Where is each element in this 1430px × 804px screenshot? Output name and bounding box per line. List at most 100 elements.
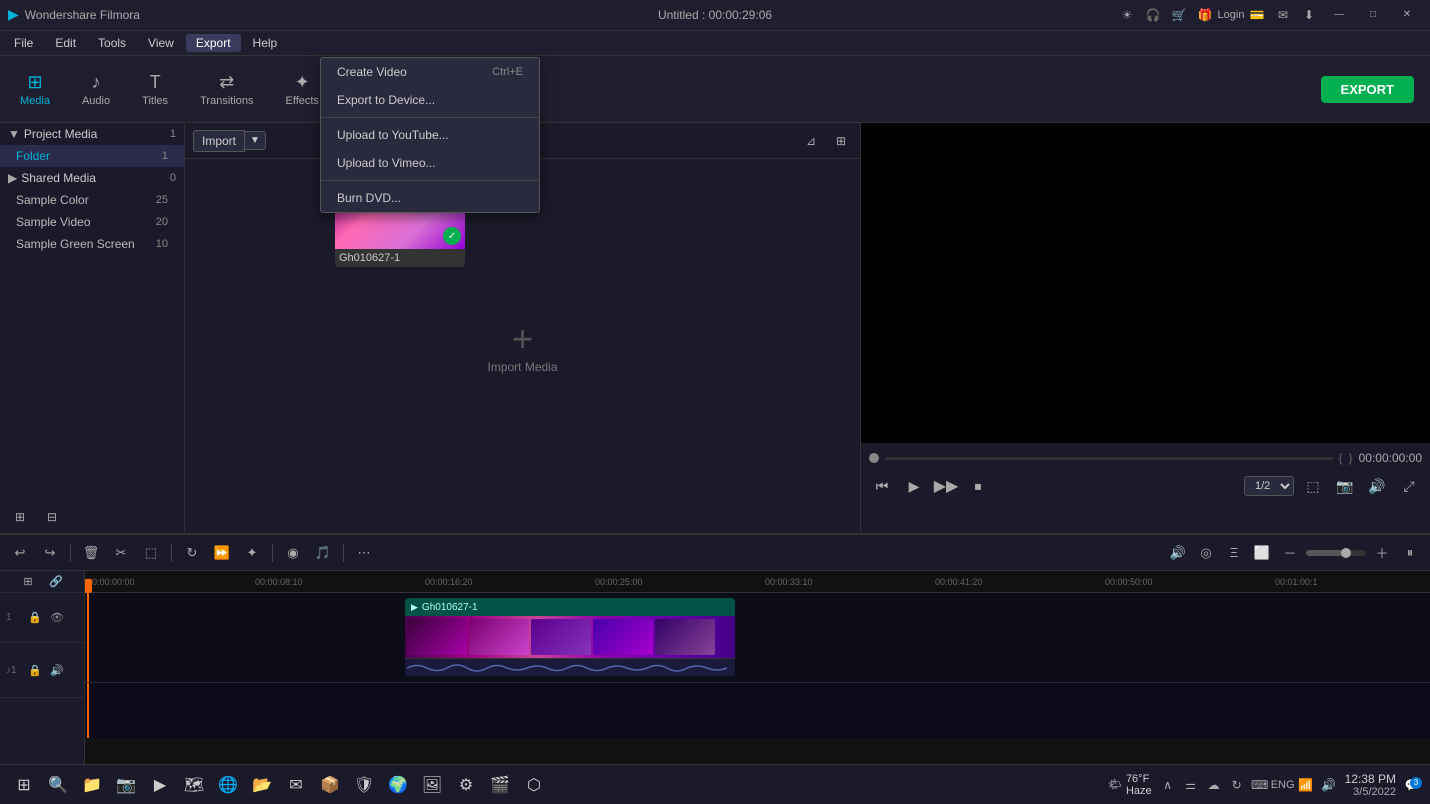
filter-icon[interactable]: ⊿ <box>800 130 822 152</box>
zoom-slider[interactable] <box>1306 550 1366 556</box>
track1-eye-icon[interactable]: 👁 <box>48 609 66 627</box>
files-icon[interactable]: 📁 <box>76 769 108 801</box>
photos-icon[interactable]: 🖼 <box>416 769 448 801</box>
undo-icon[interactable]: ↩ <box>8 541 32 565</box>
download-icon[interactable]: ⬇ <box>1298 4 1320 26</box>
burn-dvd-item[interactable]: Burn DVD... <box>321 184 539 212</box>
crop-timeline-icon[interactable]: ⬚ <box>139 541 163 565</box>
wifi-icon[interactable]: 📶 <box>1296 775 1316 795</box>
playhead[interactable] <box>87 593 89 682</box>
speed-icon[interactable]: ⏩ <box>210 541 234 565</box>
menu-file[interactable]: File <box>4 34 43 52</box>
pause-break-icon[interactable]: ⏸ <box>1398 541 1422 565</box>
import-button[interactable]: Import <box>193 130 245 152</box>
start-icon[interactable]: ⊞ <box>8 769 40 801</box>
progress-bar[interactable] <box>885 457 1333 460</box>
lang-label[interactable]: ENG <box>1273 775 1293 795</box>
minimize-button[interactable]: — <box>1324 4 1354 26</box>
equalizer-icon[interactable]: ⚌ <box>1181 775 1201 795</box>
color-icon[interactable]: ◉ <box>281 541 305 565</box>
volume-icon[interactable]: 🔊 <box>1364 473 1390 499</box>
link-icon[interactable]: 🔗 <box>44 571 68 594</box>
sun-icon[interactable]: ☀ <box>1116 4 1138 26</box>
headphone-icon[interactable]: 🎧 <box>1142 4 1164 26</box>
toolbar-audio[interactable]: ♪ Audio <box>70 68 122 111</box>
menu-view[interactable]: View <box>138 34 184 52</box>
upload-vimeo-item[interactable]: Upload to Vimeo... <box>321 149 539 177</box>
edge-icon[interactable]: 🌐 <box>212 769 244 801</box>
notification-icon[interactable]: 💬 3 <box>1402 775 1422 795</box>
more-icon[interactable]: ⋯ <box>352 541 376 565</box>
export-button[interactable]: EXPORT <box>1321 76 1414 103</box>
close-button[interactable]: ✕ <box>1392 4 1422 26</box>
rotate-icon[interactable]: ↻ <box>180 541 204 565</box>
remove-media-icon[interactable]: ⊟ <box>40 505 64 529</box>
cut-icon[interactable]: ✂ <box>109 541 133 565</box>
taskbar-clock[interactable]: 12:38 PM 3/5/2022 <box>1345 772 1396 798</box>
upload-youtube-item[interactable]: Upload to YouTube... <box>321 121 539 149</box>
add-media-icon[interactable]: ⊞ <box>8 505 32 529</box>
weather-widget[interactable]: 🌤 76°F Haze <box>1108 773 1152 797</box>
sample-green-item[interactable]: Sample Green Screen 10 <box>0 233 184 255</box>
cart-icon[interactable]: 🛒 <box>1168 4 1190 26</box>
ratio-select[interactable]: 1/2 1/1 1/4 <box>1244 476 1294 496</box>
track2-volume-icon[interactable]: 🔊 <box>48 661 66 679</box>
export-to-device-item[interactable]: Export to Device... <box>321 86 539 114</box>
project-media-header[interactable]: ▼ Project Media 1 <box>0 123 184 145</box>
app-icon[interactable]: ⬡ <box>518 769 550 801</box>
toolbar-titles[interactable]: T Titles <box>130 68 180 111</box>
login-button[interactable]: Login <box>1220 4 1242 26</box>
cloud-icon[interactable]: ☁ <box>1204 775 1224 795</box>
menu-tools[interactable]: Tools <box>88 34 136 52</box>
add-track-icon[interactable]: ⊞ <box>16 571 40 594</box>
folder-taskbar-icon[interactable]: 📂 <box>246 769 278 801</box>
camera-icon[interactable]: 📷 <box>110 769 142 801</box>
stop-button[interactable]: ⏹ <box>965 473 991 499</box>
play-button[interactable]: ▶ <box>901 473 927 499</box>
gift-icon[interactable]: 🎁 <box>1194 4 1216 26</box>
track1-lock-icon[interactable]: 🔒 <box>26 609 44 627</box>
card-icon[interactable]: 💳 <box>1246 4 1268 26</box>
shared-media-header[interactable]: ▶ Shared Media 0 <box>0 167 184 189</box>
maps-icon[interactable]: 🗺 <box>178 769 210 801</box>
expand-tray-icon[interactable]: ∧ <box>1158 775 1178 795</box>
audio-timeline-icon[interactable]: 🎵 <box>311 541 335 565</box>
expand-icon[interactable]: ⤢ <box>1396 473 1422 499</box>
volume-taskbar-icon[interactable]: 🔊 <box>1319 775 1339 795</box>
mail-icon[interactable]: ✉ <box>1272 4 1294 26</box>
captions-icon[interactable]: ⬜ <box>1250 541 1274 565</box>
snapshot-icon[interactable]: 📷 <box>1332 473 1358 499</box>
magic-icon[interactable]: ✦ <box>240 541 264 565</box>
audio-track-icon[interactable]: 🔊 <box>1166 541 1190 565</box>
sample-video-item[interactable]: Sample Video 20 <box>0 211 184 233</box>
video-clip[interactable]: ▶ Gh010627-1 <box>405 598 735 678</box>
filmora-taskbar-icon[interactable]: ▶ <box>144 769 176 801</box>
vlc-icon[interactable]: 🎬 <box>484 769 516 801</box>
search-taskbar-icon[interactable]: 🔍 <box>42 769 74 801</box>
motion-track-icon[interactable]: ◎ <box>1194 541 1218 565</box>
folder-item[interactable]: Folder 1 <box>0 145 184 167</box>
import-media-area[interactable]: + Import Media <box>487 318 557 374</box>
keyboard-icon[interactable]: ⌨ <box>1250 775 1270 795</box>
toolbar-media[interactable]: ⊞ Media <box>8 68 62 111</box>
mail-taskbar-icon[interactable]: ✉ <box>280 769 312 801</box>
menu-export[interactable]: Export <box>186 34 241 52</box>
crop-icon[interactable]: ⬚ <box>1300 473 1326 499</box>
zoom-in-icon[interactable]: ＋ <box>1370 541 1394 565</box>
menu-help[interactable]: Help <box>243 34 288 52</box>
step-back-button[interactable]: ⏮ <box>869 473 895 499</box>
antivirus-icon[interactable]: 🛡 <box>348 769 380 801</box>
toolbar-transitions[interactable]: ⇄ Transitions <box>188 68 265 111</box>
subtitle-icon[interactable]: Ξ <box>1222 541 1246 565</box>
maximize-button[interactable]: □ <box>1358 4 1388 26</box>
create-video-item[interactable]: Create Video Ctrl+E <box>321 58 539 86</box>
sample-color-item[interactable]: Sample Color 25 <box>0 189 184 211</box>
redo-icon[interactable]: ↪ <box>38 541 62 565</box>
progress-dot[interactable] <box>869 453 879 463</box>
settings-icon[interactable]: ⚙ <box>450 769 482 801</box>
update-icon[interactable]: ↻ <box>1227 775 1247 795</box>
import-dropdown-arrow[interactable]: ▼ <box>245 131 266 150</box>
grid-view-icon[interactable]: ⊞ <box>830 130 852 152</box>
delete-icon[interactable]: 🗑 <box>79 541 103 565</box>
play-forward-button[interactable]: ▶▶ <box>933 473 959 499</box>
